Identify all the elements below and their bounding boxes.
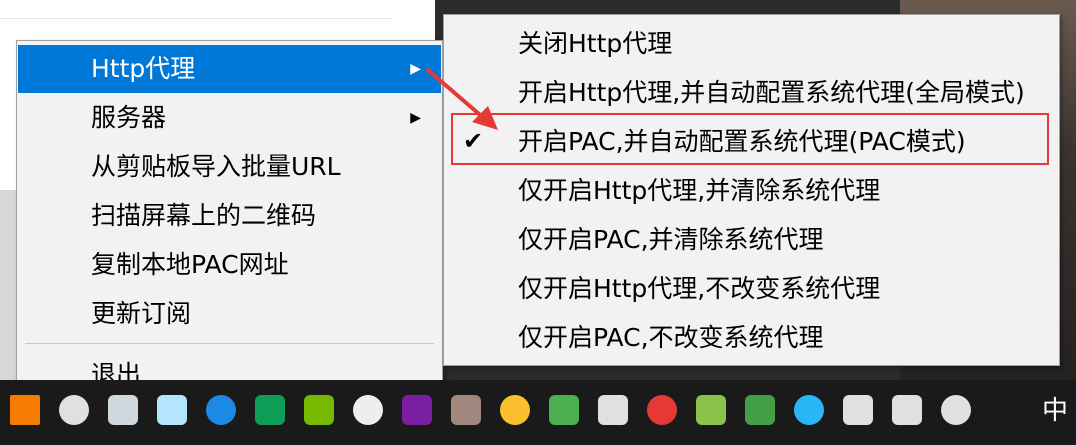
volume-icon[interactable] xyxy=(941,395,971,425)
menu-item-label: 复制本地PAC网址 xyxy=(91,250,289,279)
submenu-item-close-http-proxy[interactable]: 关闭Http代理 xyxy=(445,19,1058,68)
menu-item-http-proxy[interactable]: Http代理 ▶ xyxy=(18,45,441,93)
globe-icon[interactable] xyxy=(206,395,236,425)
edge-icon[interactable] xyxy=(255,395,285,425)
menu-separator xyxy=(25,343,434,344)
wechat-icon[interactable] xyxy=(549,395,579,425)
menu-item-label: 更新订阅 xyxy=(91,299,192,328)
menu-item-label: Http代理 xyxy=(91,54,196,83)
app-icon-4[interactable] xyxy=(157,395,187,425)
message-icon[interactable] xyxy=(794,395,824,425)
submenu-item-http-clear[interactable]: 仅开启Http代理,并清除系统代理 xyxy=(445,166,1058,215)
app-icon-3[interactable] xyxy=(108,395,138,425)
plus-icon[interactable] xyxy=(696,395,726,425)
purple-app-icon[interactable] xyxy=(402,395,432,425)
submenu-item-label: 仅开启PAC,并清除系统代理 xyxy=(518,225,824,254)
app-icon-2[interactable] xyxy=(59,395,89,425)
highlight-box-annotation xyxy=(451,113,1049,165)
ime-indicator[interactable]: 中 xyxy=(1042,390,1068,427)
menu-item-scan-qr[interactable]: 扫描屏幕上的二维码 xyxy=(18,192,441,240)
submenu-item-label: 仅开启Http代理,并清除系统代理 xyxy=(518,176,881,205)
user-avatar-icon[interactable] xyxy=(451,395,481,425)
menu-item-label: 从剪贴板导入批量URL xyxy=(91,152,341,181)
submenu-item-http-keep[interactable]: 仅开启Http代理,不改变系统代理 xyxy=(445,264,1058,313)
taskbar: 中 xyxy=(0,380,1076,445)
usb-icon[interactable] xyxy=(598,395,628,425)
menu-item-copy-pac-url[interactable]: 复制本地PAC网址 xyxy=(18,241,441,289)
menu-item-servers[interactable]: 服务器 ▶ xyxy=(18,94,441,142)
submenu-item-pac-keep[interactable]: 仅开启PAC,不改变系统代理 xyxy=(445,313,1058,362)
submenu-item-label: 关闭Http代理 xyxy=(518,29,673,58)
shield-icon[interactable] xyxy=(745,395,775,425)
monitor-icon[interactable] xyxy=(892,395,922,425)
background-divider xyxy=(0,18,392,19)
menu-item-import-clipboard[interactable]: 从剪贴板导入批量URL xyxy=(18,143,441,191)
arrow-annotation-icon xyxy=(426,68,498,130)
mail-icon[interactable] xyxy=(647,395,677,425)
network-icon[interactable] xyxy=(843,395,873,425)
menu-item-label: 扫描屏幕上的二维码 xyxy=(91,201,317,230)
submenu-item-label: 仅开启PAC,不改变系统代理 xyxy=(518,323,824,352)
submenu-item-label: 仅开启Http代理,不改变系统代理 xyxy=(518,274,881,303)
http-proxy-submenu: 关闭Http代理 开启Http代理,并自动配置系统代理(全局模式) ✔ 开启PA… xyxy=(443,14,1060,366)
chrome-icon[interactable] xyxy=(500,395,530,425)
submenu-item-global-mode[interactable]: 开启Http代理,并自动配置系统代理(全局模式) xyxy=(445,68,1058,117)
orange-app-icon[interactable] xyxy=(10,395,40,425)
menu-item-update-subscription[interactable]: 更新订阅 xyxy=(18,290,441,338)
menu-item-label: 服务器 xyxy=(91,103,167,132)
nvidia-icon[interactable] xyxy=(304,395,334,425)
submenu-item-pac-clear[interactable]: 仅开启PAC,并清除系统代理 xyxy=(445,215,1058,264)
tray-context-menu: Http代理 ▶ 服务器 ▶ 从剪贴板导入批量URL 扫描屏幕上的二维码 复制本… xyxy=(16,40,443,402)
folder-icon[interactable] xyxy=(353,395,383,425)
submenu-item-label: 开启Http代理,并自动配置系统代理(全局模式) xyxy=(518,78,1025,107)
